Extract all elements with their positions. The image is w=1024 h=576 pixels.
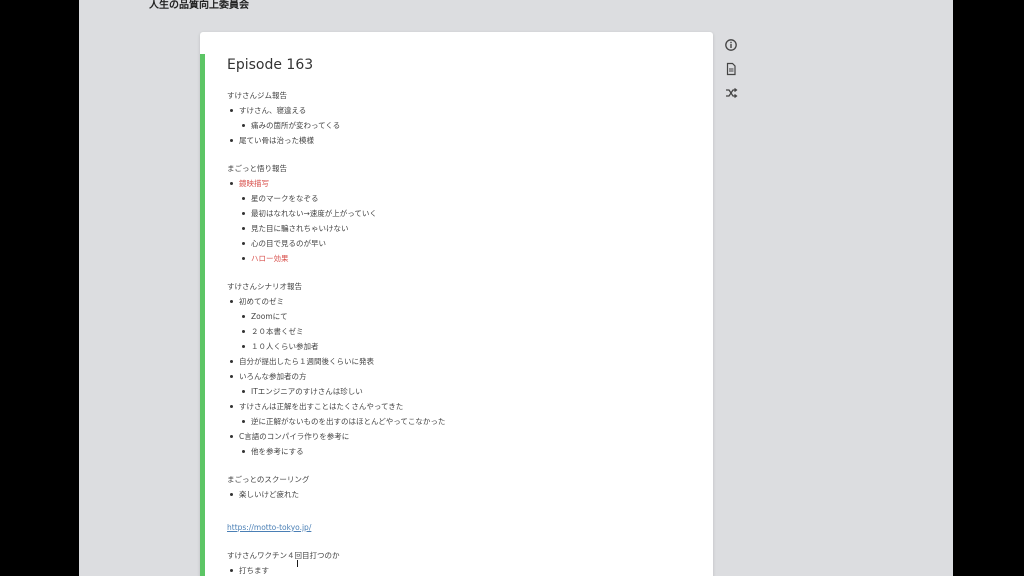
list-item: 鏡映描写 [227, 176, 693, 191]
episode-content: Episode 163 すけさんジム報告 すけさん、寝違える 痛みの箇所が変わっ… [227, 56, 693, 576]
list-item: 自分が提出したら１週間後くらいに発表 [227, 354, 693, 369]
link-section: https://motto-tokyo.jp/ [227, 515, 693, 535]
accent-bar [200, 54, 205, 576]
list-item: 痛みの箇所が変わってくる [239, 118, 693, 133]
section-schooling: まごっとのスクーリング 楽しいけど疲れた [227, 472, 693, 502]
section-satori-report: まごっと悟り報告 鏡映描写 星のマークをなぞる 最初はなれない→速度が上がってい… [227, 161, 693, 266]
list-item: 逆に正解がないものを出すのはほとんどやってこなかった [239, 414, 693, 429]
section-scenario-report: すけさんシナリオ報告 初めてのゼミ Zoomにて ２０本書くゼミ １０人くらい参… [227, 279, 693, 459]
list-item: 尾てい骨は治った模様 [227, 133, 693, 148]
list-item: 心の目で見るのが早い [239, 236, 693, 251]
side-toolbar [724, 38, 740, 110]
external-link[interactable]: https://motto-tokyo.jp/ [227, 523, 311, 532]
list-item: すけさん、寝違える [227, 103, 693, 118]
list-item: １０人くらい参加者 [239, 339, 693, 354]
list-item: 楽しいけど疲れた [227, 487, 693, 502]
section-heading: まごっと悟り報告 [227, 164, 287, 173]
app-screen: 人生の品質向上委員会 Episode 163 すけさんジム報告 すけさん、寝違え… [79, 0, 953, 576]
list-item: いろんな参加者の方 [227, 369, 693, 384]
list-item: ハロー効果 [239, 251, 693, 266]
list-item: 最初はなれない→速度が上がっていく [239, 206, 693, 221]
site-title[interactable]: 人生の品質向上委員会 [149, 0, 249, 12]
list-item: ITエンジニアのすけさんは珍しい [239, 384, 693, 399]
section-heading: すけさんジム報告 [227, 91, 287, 100]
episode-title: Episode 163 [227, 57, 314, 73]
list-item: Zoomにて [239, 309, 693, 324]
section-heading: まごっとのスクーリング [227, 475, 310, 484]
list-item: 初めてのゼミ [227, 294, 693, 309]
shuffle-icon[interactable] [724, 86, 738, 100]
list-item: すけさんは正解を出すことはたくさんやってきた [227, 399, 693, 414]
text-cursor-icon: I [296, 559, 299, 570]
info-icon[interactable] [724, 38, 738, 52]
section-heading: すけさんシナリオ報告 [227, 282, 302, 291]
list-item: 見た目に騙されちゃいけない [239, 221, 693, 236]
list-item: 他を参考にする [239, 444, 693, 459]
list-item: 星のマークをなぞる [239, 191, 693, 206]
section-gym-report: すけさんジム報告 すけさん、寝違える 痛みの箇所が変わってくる 尾てい骨は治った… [227, 88, 693, 148]
list-item: C言語のコンパイラ作りを参考に [227, 429, 693, 444]
document-icon[interactable] [724, 62, 738, 76]
list-item: ２０本書くゼミ [239, 324, 693, 339]
episode-card: Episode 163 すけさんジム報告 すけさん、寝違える 痛みの箇所が変わっ… [200, 32, 713, 576]
